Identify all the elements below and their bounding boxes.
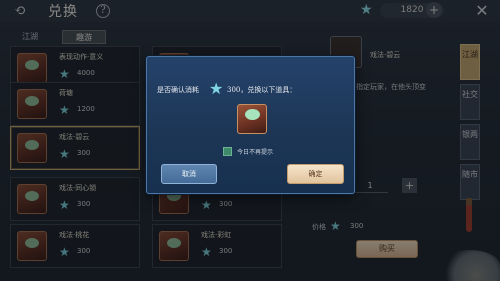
confirm-button[interactable]: 确定 — [287, 164, 344, 184]
dont-remind-checkbox[interactable] — [223, 147, 232, 156]
dialog-item-thumbnail — [237, 104, 267, 134]
confirm-question-suffix: 300，兑换以下道具： — [227, 86, 297, 94]
confirm-dialog: 是否确认消耗 ★ 300，兑换以下道具： 今日不再提示 取消 确定 — [146, 56, 355, 194]
dont-remind-label: 今日不再提示 — [237, 149, 274, 156]
confirm-question-prefix: 是否确认消耗 — [157, 86, 199, 94]
cancel-button[interactable]: 取消 — [161, 164, 217, 184]
star-currency-icon: ★ — [209, 79, 224, 98]
